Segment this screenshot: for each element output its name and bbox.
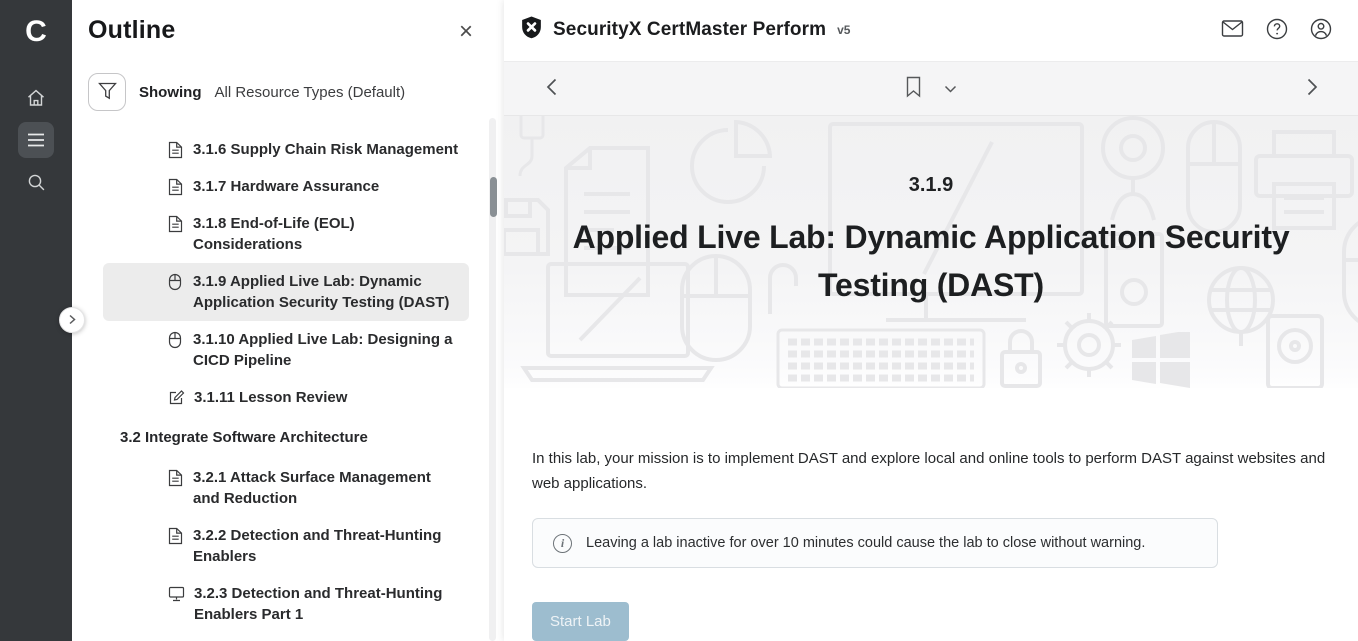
help-icon	[1266, 18, 1288, 43]
document-icon	[168, 141, 184, 159]
mouse-doodle-icon	[1340, 212, 1358, 332]
windows-logo-icon	[1132, 332, 1190, 388]
previous-lesson-button[interactable]	[546, 78, 557, 99]
outline-toggle-button[interactable]	[18, 122, 54, 158]
bookmark-button[interactable]	[905, 76, 922, 101]
account-button[interactable]	[1310, 18, 1332, 43]
outline-section-3-2: 3.2 Integrate Software Architecture	[103, 416, 469, 459]
lab-description: In this lab, your mission is to implemen…	[532, 446, 1342, 496]
outline-title: Outline	[88, 16, 176, 45]
outline-item-3-2-3[interactable]: 3.2.3 Detection and Threat-Hunting Enabl…	[103, 575, 469, 633]
chevron-down-icon	[944, 81, 957, 96]
outline-header: Outline ×	[72, 0, 497, 45]
inactivity-warning-text: Leaving a lab inactive for over 10 minut…	[586, 535, 1145, 551]
start-lab-button[interactable]: Start Lab	[532, 602, 629, 641]
pie-chart-icon	[684, 120, 772, 212]
chevron-left-icon	[546, 78, 557, 99]
account-icon	[1310, 18, 1332, 43]
outline-scrollbar-thumb[interactable]	[490, 177, 497, 217]
outline-item-label: 3.2.1 Attack Surface Management and Redu…	[193, 467, 459, 509]
inactivity-warning-box: i Leaving a lab inactive for over 10 min…	[532, 518, 1218, 568]
panel-expander-button[interactable]	[59, 307, 85, 333]
mail-icon	[1221, 19, 1244, 41]
document-icon	[168, 469, 184, 487]
brand: SecurityX CertMaster Perform v5	[519, 15, 850, 46]
app-window: C Outline ×	[0, 0, 1358, 641]
search-icon	[27, 173, 46, 192]
outline-item-3-1-11[interactable]: 3.1.11 Lesson Review	[103, 379, 469, 416]
chevron-right-icon	[68, 313, 77, 328]
mouse-icon	[168, 273, 184, 291]
chevron-right-icon	[1307, 78, 1318, 99]
lesson-number: 3.1.9	[504, 174, 1358, 197]
next-lesson-button[interactable]	[1307, 78, 1318, 99]
keyboard-icon	[776, 328, 986, 388]
outline-item-label: 3.2.3 Detection and Threat-Hunting Enabl…	[194, 583, 459, 625]
document-icon	[168, 178, 184, 196]
filter-funnel-icon	[98, 82, 117, 103]
filter-row: Showing All Resource Types (Default)	[88, 73, 497, 111]
outline-item-3-1-8[interactable]: 3.1.8 End-of-Life (EOL) Considerations	[103, 205, 469, 263]
filter-button[interactable]	[88, 73, 126, 111]
outline-panel: Outline × Showing All Resource Types (De…	[72, 0, 497, 641]
lesson-hero-banner: 3.1.9 Applied Live Lab: Dynamic Applicat…	[504, 116, 1358, 388]
bookmark-menu-button[interactable]	[944, 81, 957, 96]
outline-item-3-1-6[interactable]: 3.1.6 Supply Chain Risk Management	[103, 131, 469, 168]
outline-item-3-1-10[interactable]: 3.1.10 Applied Live Lab: Designing a CIC…	[103, 321, 469, 379]
close-outline-button[interactable]: ×	[459, 20, 473, 44]
messages-button[interactable]	[1221, 19, 1244, 41]
edit-icon	[168, 389, 185, 406]
app-title: SecurityX CertMaster Perform	[553, 19, 826, 41]
app-header: SecurityX CertMaster Perform v5	[504, 0, 1358, 61]
bookmark-group	[905, 76, 957, 101]
version-badge: v5	[837, 23, 850, 37]
info-icon: i	[553, 534, 572, 553]
outline-item-label: 3.1.11 Lesson Review	[194, 387, 347, 408]
outline-item-label: 3.1.7 Hardware Assurance	[193, 176, 379, 197]
home-button[interactable]	[18, 80, 54, 116]
home-icon	[26, 88, 46, 108]
outline-item-3-2-2[interactable]: 3.2.2 Detection and Threat-Hunting Enabl…	[103, 517, 469, 575]
menu-icon	[27, 133, 45, 147]
shield-x-icon	[519, 15, 544, 46]
usb-cable-icon	[509, 116, 555, 182]
outline-item-label: 3.1.8 End-of-Life (EOL) Considerations	[193, 213, 459, 255]
outline-item-label: 3.1.10 Applied Live Lab: Designing a CIC…	[193, 329, 459, 371]
outline-item-label: 3.1.9 Applied Live Lab: Dynamic Applicat…	[193, 271, 459, 313]
outline-item-3-1-7[interactable]: 3.1.7 Hardware Assurance	[103, 168, 469, 205]
document-icon	[168, 215, 184, 233]
lesson-body: In this lab, your mission is to implemen…	[504, 388, 1358, 641]
outline-item-label: 3.1.6 Supply Chain Risk Management	[193, 139, 458, 160]
mouse-icon	[168, 331, 184, 349]
outline-list: 3.1.6 Supply Chain Risk Management 3.1.7…	[72, 131, 497, 633]
lesson-toolbar	[504, 61, 1358, 117]
bookmark-icon	[905, 76, 922, 101]
help-button[interactable]	[1266, 18, 1288, 43]
lesson-title: Applied Live Lab: Dynamic Application Se…	[531, 213, 1331, 309]
panel-main-divider	[497, 0, 504, 641]
showing-label: Showing	[139, 84, 202, 101]
padlock-icon	[998, 326, 1044, 388]
monitor-icon	[168, 585, 185, 602]
main-content: SecurityX CertMaster Perform v5	[504, 0, 1358, 641]
outline-item-label: 3.2.2 Detection and Threat-Hunting Enabl…	[193, 525, 459, 567]
comptia-logo: C	[25, 12, 47, 52]
search-button[interactable]	[18, 164, 54, 200]
document-icon	[168, 527, 184, 545]
outline-item-3-1-9-selected[interactable]: 3.1.9 Applied Live Lab: Dynamic Applicat…	[103, 263, 469, 321]
outline-item-3-2-1[interactable]: 3.2.1 Attack Surface Management and Redu…	[103, 459, 469, 517]
filter-value: All Resource Types (Default)	[215, 84, 406, 101]
hard-drive-icon	[1264, 312, 1326, 388]
webcam-icon	[1092, 116, 1174, 224]
